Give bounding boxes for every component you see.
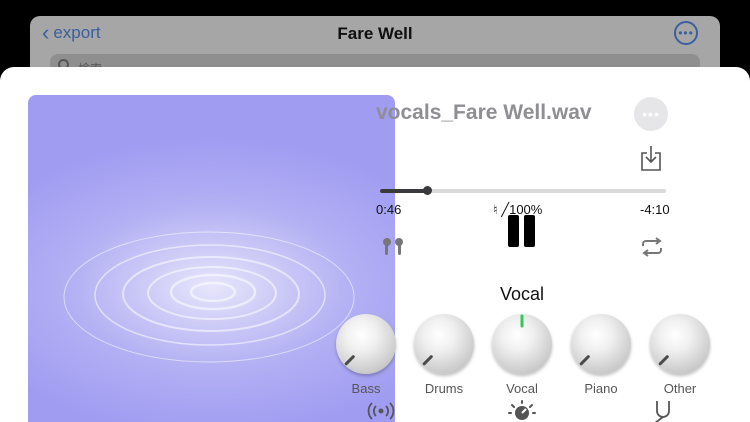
repeat-icon[interactable] <box>639 237 665 257</box>
knob-drums[interactable] <box>414 314 474 374</box>
broadcast-icon[interactable] <box>366 399 396 422</box>
knob-indicator <box>520 314 524 328</box>
knob-other[interactable] <box>650 314 710 374</box>
knob-indicator <box>658 355 669 366</box>
knob-label-vocal: Vocal <box>506 381 538 396</box>
knob-indicator <box>579 355 590 366</box>
tuning-fork-icon[interactable] <box>648 399 678 422</box>
effect-dial-icon[interactable] <box>507 399 537 422</box>
knob-indicator <box>422 355 433 366</box>
pause-button[interactable] <box>508 215 538 247</box>
background-nav-bar: ‹ export Fare Well ••• <box>30 16 720 52</box>
knob-label-drums: Drums <box>424 381 464 396</box>
knob-label-bass: Bass <box>351 381 381 396</box>
knob-indicator <box>344 355 355 366</box>
pause-bar-right <box>524 215 535 247</box>
more-options-icon[interactable]: ••• <box>674 21 698 45</box>
progress-slider[interactable] <box>380 186 666 195</box>
track-title: vocals_Fare Well.wav <box>376 101 592 124</box>
knob-label-other: Other <box>663 381 697 396</box>
knob-label-piano: Piano <box>584 381 618 396</box>
pause-bar-left <box>508 215 519 247</box>
track-more-button[interactable]: ••• <box>634 97 668 131</box>
mixer-title: Vocal <box>500 284 545 304</box>
progress-fill <box>380 189 428 193</box>
export-icon[interactable] <box>639 144 663 172</box>
time-elapsed: 0:46 <box>376 202 402 217</box>
airpods-icon[interactable] <box>380 237 406 257</box>
knob-vocal[interactable] <box>492 314 552 374</box>
knob-bass[interactable] <box>336 314 396 374</box>
knob-piano[interactable] <box>571 314 631 374</box>
time-remaining: -4:10 <box>640 202 670 217</box>
background-title: Fare Well <box>337 24 413 43</box>
